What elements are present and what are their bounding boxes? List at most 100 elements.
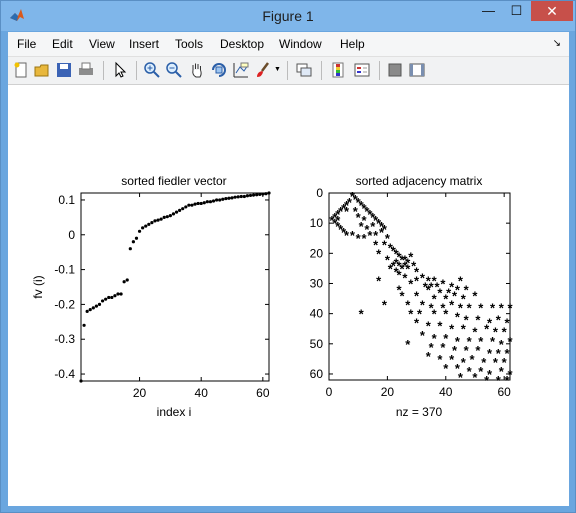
plot1-point: [97, 302, 102, 307]
plot1-point: [137, 229, 142, 233]
plot1-xtick-label: 60: [256, 386, 270, 400]
pan-icon[interactable]: [188, 61, 206, 79]
plot1-ytick-label: 0.1: [58, 193, 75, 207]
dock-arrow-icon[interactable]: ↘: [553, 38, 561, 49]
plot1-point: [150, 220, 154, 225]
title-bar[interactable]: Figure 1 — ☐ ✕: [1, 1, 575, 31]
figure-canvas: sorted fiedler vector 20 40 60 0.1 0 -0.1 -0.2…: [8, 85, 569, 506]
save-icon[interactable]: [55, 61, 73, 79]
plot1-ytick-label: -0.4: [54, 367, 75, 381]
plot1-point: [128, 247, 132, 251]
plot1-point: [122, 280, 126, 284]
plot1-point: [218, 198, 222, 202]
plot1-point: [184, 205, 188, 209]
plot1-point: [190, 203, 194, 207]
menu-view[interactable]: View: [89, 37, 115, 51]
plot1-point: [230, 196, 234, 200]
new-figure-icon[interactable]: [12, 61, 30, 79]
plot2-xtick-label: 0: [326, 385, 333, 399]
plot1-point: [239, 194, 243, 199]
plot1-point: [258, 192, 262, 196]
plot1-point: [100, 299, 105, 303]
plot1-title: sorted fiedler vector: [121, 174, 226, 188]
plot2-ytick-label: 60: [310, 367, 324, 381]
plot1-ylabel: fv (i): [31, 275, 45, 298]
colorbar-icon[interactable]: [329, 61, 347, 79]
plot1-point: [233, 195, 237, 199]
menu-insert[interactable]: Insert: [129, 37, 159, 51]
plot2-xlabel: nz = 370: [396, 405, 443, 419]
plot1-point: [144, 224, 148, 228]
toolbar-separator: [136, 61, 137, 80]
plot1-point: [248, 193, 253, 198]
plot1-point: [82, 323, 86, 327]
plot1-point: [202, 201, 206, 205]
menu-tools[interactable]: Tools: [175, 37, 203, 51]
hide-plot-tools-icon[interactable]: [386, 61, 404, 79]
plot1-point: [193, 202, 197, 206]
menu-help[interactable]: Help: [340, 37, 365, 51]
plot1-point: [165, 215, 169, 219]
plot1-point: [208, 200, 213, 204]
plot1-point: [199, 201, 203, 206]
plot2-point: *: [507, 301, 513, 316]
plot1-point: [116, 292, 120, 296]
plot1-point: [91, 306, 95, 310]
figure-toolbar: ▼: [8, 57, 569, 85]
plot1-ytick-label: -0.2: [54, 297, 75, 311]
toolbar-separator: [379, 61, 380, 80]
plot1-point: [79, 379, 83, 383]
plot1-point: [85, 309, 89, 313]
plot1-point: [88, 308, 92, 312]
plot2-ytick-label: 10: [310, 216, 324, 230]
plot1-point: [196, 201, 200, 206]
toolbar-separator: [321, 61, 322, 80]
menu-file[interactable]: File: [17, 37, 36, 51]
figure-client-area: File Edit View Insert Tools Desktop Wind…: [8, 32, 569, 506]
zoom-in-icon[interactable]: [143, 61, 161, 79]
rotate-3d-icon[interactable]: [210, 61, 228, 79]
legend-icon[interactable]: [353, 61, 371, 79]
minimize-button[interactable]: —: [475, 1, 502, 21]
plot1-xlabel: index i: [157, 405, 192, 419]
plot1-point: [94, 304, 99, 308]
toolbar-separator: [103, 61, 104, 80]
link-plot-icon[interactable]: [295, 61, 313, 79]
plot1-point: [147, 222, 151, 226]
plot1-point: [224, 196, 228, 201]
close-button[interactable]: ✕: [531, 1, 573, 21]
plot1-point: [141, 226, 145, 230]
data-cursor-icon[interactable]: [232, 61, 250, 79]
plot1-point: [227, 196, 231, 200]
show-plot-tools-icon[interactable]: [408, 61, 426, 79]
brush-icon[interactable]: [254, 61, 272, 79]
plot1-point: [168, 214, 172, 218]
toolbar-separator: [287, 61, 288, 80]
maximize-button[interactable]: ☐: [503, 1, 530, 21]
plot1-point: [104, 297, 108, 301]
plot1-point: [221, 197, 225, 201]
plot1-point: [181, 207, 185, 211]
plot1-point: [159, 217, 163, 221]
plot1-point: [255, 193, 259, 197]
zoom-out-icon[interactable]: [165, 61, 183, 79]
plot1-point: [171, 212, 176, 216]
plot1-point: [110, 295, 114, 300]
plot1-ytick-label: -0.1: [54, 263, 75, 277]
plot1-xtick-label: 40: [195, 386, 209, 400]
plot1-point: [107, 295, 111, 300]
plot1-xtick-label: 20: [133, 386, 147, 400]
plot1-frame: [80, 192, 270, 382]
menu-edit[interactable]: Edit: [52, 37, 73, 51]
open-file-icon[interactable]: [33, 61, 51, 79]
plot1-point: [261, 192, 265, 196]
print-icon[interactable]: [77, 61, 95, 79]
axes-adjacency-matrix: sorted adjacency matrix 0 20 40 60010203040…: [310, 174, 514, 419]
plot1-point: [134, 236, 139, 240]
menu-window[interactable]: Window: [279, 37, 322, 51]
pointer-icon[interactable]: [111, 61, 129, 79]
menu-desktop[interactable]: Desktop: [220, 37, 264, 51]
matlab-figure-window: Figure 1 — ☐ ✕ File Edit View Insert Too…: [0, 0, 576, 513]
brush-dropdown-icon[interactable]: ▼: [274, 66, 281, 73]
plot1-point: [264, 192, 268, 196]
